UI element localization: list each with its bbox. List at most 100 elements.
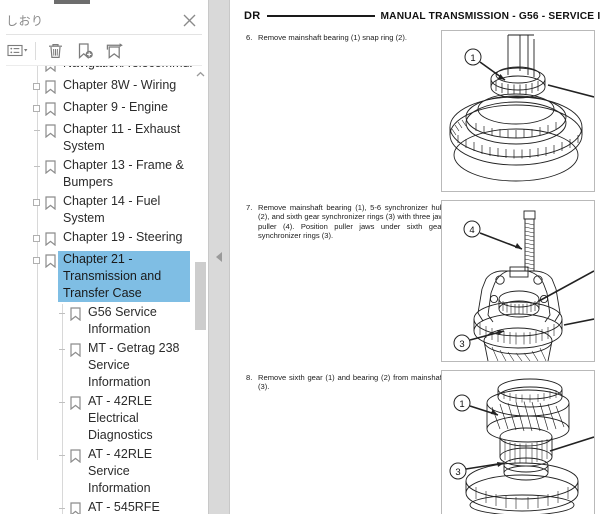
bookmark-icon xyxy=(43,229,58,248)
step-7: 7. Remove mainshaft bearing (1), 5-6 syn… xyxy=(246,203,444,241)
panel-splitter[interactable] xyxy=(208,0,230,514)
step-text: Remove mainshaft bearing (1), 5-6 synchr… xyxy=(258,203,444,241)
pdf-page: DR MANUAL TRANSMISSION - G56 - SERVICE I… xyxy=(230,0,600,514)
svg-text:4: 4 xyxy=(469,225,474,236)
bookmark-expand-icon xyxy=(105,42,126,60)
bookmark-item-label: AT - 545RFE Electrical Diagnostics xyxy=(88,500,160,514)
bookmark-icon xyxy=(43,99,58,118)
bookmark-add-icon xyxy=(76,42,95,60)
step-6: 6. Remove mainshaft bearing (1) snap rin… xyxy=(246,33,444,42)
bookmark-icon xyxy=(68,393,83,412)
svg-text:1: 1 xyxy=(459,399,464,410)
bookmark-tree: Navigation/Telecommunication Chapter 8W -… xyxy=(0,66,208,514)
bookmark-item-label: Chapter 19 - Steering xyxy=(63,230,183,244)
header-rule xyxy=(266,15,375,17)
bookmark-item[interactable]: AT - 545RFE Electrical Diagnostics xyxy=(0,498,190,514)
expand-toggle[interactable] xyxy=(30,77,43,96)
bookmark-item[interactable]: AT - 42RLE Service Information xyxy=(0,445,190,498)
tree-connector xyxy=(30,66,43,74)
bookmark-item[interactable]: Navigation/Telecommunication xyxy=(0,66,208,76)
bookmark-options-dropdown[interactable] xyxy=(3,38,33,64)
bookmark-item-label: MT - Getrag 238 Service Information xyxy=(88,341,180,389)
bookmark-item[interactable]: Chapter 14 - Fuel System xyxy=(0,192,190,228)
bookmark-icon xyxy=(43,66,58,74)
bookmark-panel-header: しおり xyxy=(0,7,208,34)
delete-bookmark-button[interactable] xyxy=(40,38,70,64)
bookmark-icon xyxy=(43,193,58,212)
bookmark-item-label: AT - 42RLE Service Information xyxy=(88,447,153,495)
bookmark-item[interactable]: Chapter 19 - Steering xyxy=(0,228,190,250)
step-8: 8. Remove sixth gear (1) and bearing (2)… xyxy=(246,373,444,392)
bookmark-item[interactable]: G56 Service Information xyxy=(0,303,190,339)
bookmark-item-label: Chapter 11 - Exhaust System xyxy=(63,122,181,153)
tree-connector xyxy=(55,393,68,412)
panel-top-strip xyxy=(0,0,208,7)
page-running-header: DR MANUAL TRANSMISSION - G56 - SERVICE I… xyxy=(244,8,600,24)
bookmark-item[interactable]: Chapter 8W - Wiring xyxy=(0,76,190,98)
bookmark-toolbar xyxy=(0,35,208,66)
close-panel-button[interactable] xyxy=(176,9,202,33)
bookmark-icon xyxy=(43,121,58,140)
expand-toggle[interactable] xyxy=(30,99,43,118)
figure-sixth-gear-removal: 1 3 xyxy=(441,370,595,514)
step-text: Remove mainshaft bearing (1) snap ring (… xyxy=(258,33,407,42)
bookmark-item[interactable]: AT - 42RLE Electrical Diagnostics xyxy=(0,392,190,445)
document-viewer: DR MANUAL TRANSMISSION - G56 - SERVICE I… xyxy=(230,0,600,514)
bookmark-item[interactable]: Chapter 9 - Engine xyxy=(0,98,190,120)
sidebar-scrollbar[interactable] xyxy=(193,66,208,514)
step-number: 7. xyxy=(246,203,253,212)
bookmark-icon xyxy=(68,304,83,323)
expand-toggle[interactable] xyxy=(30,193,43,212)
bookmark-item-label: Navigation/Telecommunication xyxy=(58,66,208,72)
active-tab-indicator[interactable] xyxy=(54,0,90,4)
page-title: MANUAL TRANSMISSION - G56 - SERVICE INFO… xyxy=(380,10,600,22)
add-bookmark-button[interactable] xyxy=(70,38,100,64)
bookmark-item-label: Chapter 13 - Frame & Bumpers xyxy=(63,158,184,189)
bookmark-item-label: AT - 42RLE Electrical Diagnostics xyxy=(88,394,153,442)
bookmark-item-label: G56 Service Information xyxy=(88,305,157,336)
bookmark-icon xyxy=(43,251,58,270)
bookmark-item[interactable]: Chapter 21 - Transmission and Transfer C… xyxy=(0,250,190,303)
expand-toggle[interactable] xyxy=(30,251,43,270)
scroll-up-button[interactable] xyxy=(193,66,208,81)
bookmark-panel: しおり Chapter 8W - Wiring Chapter 9 - Engi… xyxy=(0,0,208,514)
step-number: 8. xyxy=(246,373,253,382)
svg-text:1: 1 xyxy=(470,53,475,64)
bookmark-icon xyxy=(43,77,58,96)
trash-icon xyxy=(47,42,64,60)
tree-connector xyxy=(55,304,68,323)
triangle-left-icon xyxy=(216,252,222,262)
expand-bookmarks-button[interactable] xyxy=(100,38,130,64)
bookmark-item[interactable]: Chapter 11 - Exhaust System xyxy=(0,120,190,156)
scrollbar-thumb[interactable] xyxy=(195,262,206,330)
bookmark-icon xyxy=(68,446,83,465)
step-text: Remove sixth gear (1) and bearing (2) fr… xyxy=(258,373,444,392)
bookmark-item-label: Chapter 21 - Transmission and Transfer C… xyxy=(58,251,190,302)
expand-toggle[interactable] xyxy=(30,229,43,248)
figure-three-jaw-puller: 4 3 xyxy=(441,200,595,362)
bookmark-panel-title: しおり xyxy=(6,14,44,28)
toolbar-divider xyxy=(35,41,36,60)
bookmark-icon xyxy=(68,499,83,514)
bookmark-item-label: Chapter 8W - Wiring xyxy=(63,78,177,92)
close-icon xyxy=(182,13,197,28)
tree-connector xyxy=(55,499,68,514)
svg-text:3: 3 xyxy=(455,467,460,478)
step-number: 6. xyxy=(246,33,253,42)
tree-connector xyxy=(30,121,43,140)
bookmark-tree-list: Navigation/Telecommunication Chapter 8W -… xyxy=(0,66,208,514)
svg-text:3: 3 xyxy=(459,339,464,350)
chevron-up-icon xyxy=(196,66,205,83)
tree-connector xyxy=(55,446,68,465)
manual-code: DR xyxy=(244,10,261,22)
bookmark-item-label: Chapter 14 - Fuel System xyxy=(63,194,161,225)
bookmark-icon xyxy=(68,340,83,359)
bookmark-icon xyxy=(43,157,58,176)
tree-connector xyxy=(55,340,68,359)
bookmark-item-label: Chapter 9 - Engine xyxy=(63,100,168,114)
tree-connector xyxy=(30,157,43,176)
figure-mainshaft-bearing-snap-ring: 1 xyxy=(441,30,595,192)
bookmark-item[interactable]: Chapter 13 - Frame & Bumpers xyxy=(0,156,190,192)
bookmark-item[interactable]: MT - Getrag 238 Service Information xyxy=(0,339,190,392)
list-options-icon xyxy=(7,43,29,58)
